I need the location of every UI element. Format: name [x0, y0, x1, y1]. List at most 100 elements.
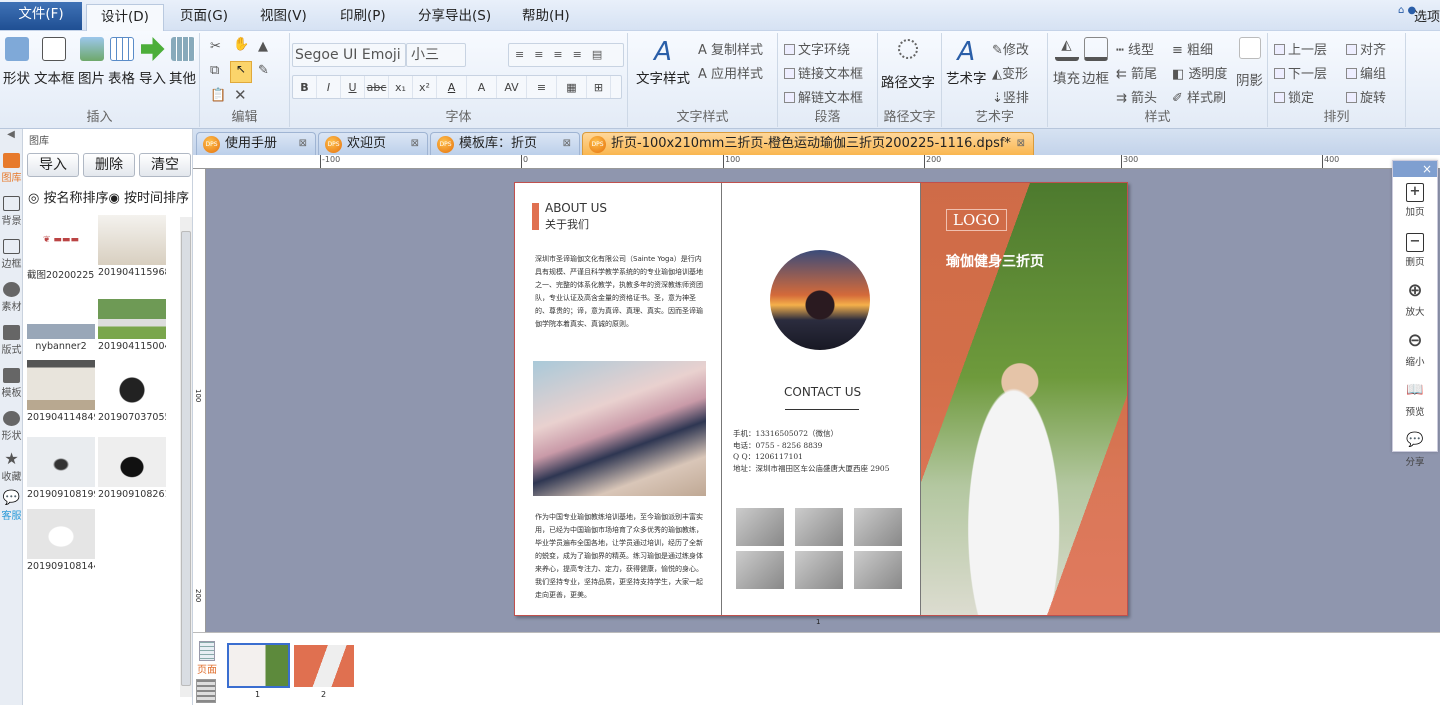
line-weight-button[interactable]: ≡ 粗细 [1172, 39, 1213, 58]
text-style-button[interactable]: A 文字样式 [636, 37, 690, 87]
sidebar-item-layout[interactable]: 版式 [0, 325, 23, 364]
align-button[interactable]: 对齐 [1346, 39, 1386, 58]
preview-button[interactable]: 📖 预览 [1393, 383, 1437, 427]
menu-file[interactable]: 文件(F) [0, 2, 82, 30]
arrow-head-button[interactable]: ⇉ 箭头 [1116, 87, 1157, 106]
close-icon[interactable]: ⊠ [411, 133, 419, 154]
close-panel-button[interactable]: × [1393, 161, 1437, 177]
other-button[interactable]: 其他 [169, 37, 196, 87]
sidebar-item-shape[interactable]: 形状 [0, 411, 23, 450]
sidebar-item-gallery[interactable]: 图库 [0, 153, 23, 192]
close-icon[interactable]: ⊠ [1017, 133, 1025, 154]
fill-button[interactable]: ◭ 填充 [1053, 37, 1080, 87]
copy-icon[interactable]: ⧉ [210, 63, 219, 78]
italic-button[interactable]: I [317, 76, 341, 98]
menu-help[interactable]: 帮助(H) [508, 4, 584, 31]
gallery-thumb[interactable]: 201904114849768 [27, 360, 95, 423]
sidebar-item-background[interactable]: 背景 [0, 196, 23, 235]
shadow-button[interactable]: 阴影 [1236, 37, 1263, 89]
copy-style-button[interactable]: A 复制样式 [698, 39, 763, 58]
cut-icon[interactable]: ✂ [210, 39, 221, 54]
send-backward-button[interactable]: 下一层 [1274, 63, 1327, 82]
border-button[interactable]: 边框 [1082, 37, 1109, 87]
sort-by-time-radio[interactable]: ◉ 按时间排序 [109, 191, 190, 206]
sidebar-item-border[interactable]: 边框 [0, 239, 23, 278]
yoga-pose-photo[interactable] [795, 508, 843, 546]
font-size-select[interactable]: 小三 [406, 43, 466, 67]
meditation-photo[interactable] [533, 361, 706, 496]
opacity-button[interactable]: ◧ 透明度 [1172, 63, 1227, 82]
menu-share-export[interactable]: 分享导出(S) [404, 4, 505, 31]
vertical-button[interactable]: ⇣竖排 [992, 87, 1029, 106]
eraser-icon[interactable]: ✎ [258, 63, 269, 78]
sidebar-item-support[interactable]: 💬 客服 [0, 489, 23, 528]
text-wrap-button[interactable]: 文字环绕 [784, 39, 850, 58]
line-spacing-button[interactable]: ≡ [527, 76, 557, 98]
cover-title[interactable]: 瑜伽健身三折页 [946, 251, 1044, 271]
group-button[interactable]: 编组 [1346, 63, 1386, 82]
path-text-button[interactable]: 路径文字 [881, 37, 935, 91]
brochure-page[interactable]: ABOUT US 关于我们 深圳市圣谛瑜伽文化有限公司（Sainte Yoga）… [514, 182, 1128, 616]
collapse-panel-icon[interactable]: ◀ [0, 129, 22, 149]
tab-manual[interactable]: DPS 使用手册 ⊠ [196, 132, 316, 155]
menu-view[interactable]: 视图(V) [246, 4, 321, 31]
char-spacing-button[interactable]: AV [497, 76, 527, 98]
textbox-fit-button[interactable]: ⊞ [587, 76, 611, 98]
arrow-tail-button[interactable]: ⇇ 箭尾 [1116, 63, 1157, 82]
sort-by-name-radio[interactable]: ◎ 按名称排序 [28, 191, 109, 206]
about-paragraph[interactable]: 深圳市圣谛瑜伽文化有限公司（Sainte Yoga）是行内具有规模、严谨且科学教… [535, 253, 705, 331]
select-pointer-button[interactable]: ↖ [230, 61, 252, 83]
delete-button[interactable]: 删除 [83, 153, 135, 177]
line-type-button[interactable]: ┅ 线型 [1116, 39, 1154, 58]
sidebar-item-template[interactable]: 模板 [0, 368, 23, 407]
sunset-yoga-circle-photo[interactable] [770, 250, 870, 350]
sidebar-item-material[interactable]: 素材 [0, 282, 23, 321]
columns-button[interactable]: ▦ [557, 76, 587, 98]
layers-tab-icon[interactable] [196, 679, 216, 703]
delete-icon[interactable]: ✕ [234, 86, 247, 104]
pages-tab[interactable]: 页面 [196, 641, 218, 676]
font-name-select[interactable]: Segoe UI Emoji [292, 43, 406, 67]
underline-button[interactable]: U [341, 76, 365, 98]
image-button[interactable]: 图片 [78, 37, 105, 87]
yoga-pose-photo[interactable] [795, 551, 843, 589]
import-button[interactable]: 导入 [27, 153, 79, 177]
shape-button[interactable]: 形状 [3, 37, 30, 87]
table-button[interactable]: 表格 [108, 37, 135, 87]
rotate-button[interactable]: 旋转 [1346, 87, 1386, 106]
modify-button[interactable]: ✎修改 [992, 39, 1029, 58]
transform-button[interactable]: ◭变形 [992, 63, 1028, 82]
subscript-button[interactable]: x₁ [389, 76, 413, 98]
gallery-thumb[interactable]: ❦ ▬▬▬ 截图202002251015 [27, 215, 95, 281]
scrollbar-thumb[interactable] [181, 231, 191, 686]
paste-icon[interactable]: 📋 [210, 88, 226, 103]
share-button[interactable]: 💬 分享 [1393, 433, 1437, 477]
tab-template-library[interactable]: DPS 模板库：折页 ⊠ [430, 132, 580, 155]
strike-button[interactable]: abc [365, 76, 389, 98]
link-textbox-button[interactable]: 链接文本框 [784, 63, 863, 82]
menu-print[interactable]: 印刷(P) [326, 4, 400, 31]
bring-forward-button[interactable]: 上一层 [1274, 39, 1327, 58]
import-button[interactable]: 导入 [139, 37, 166, 87]
unlink-textbox-button[interactable]: 解链文本框 [784, 87, 863, 106]
close-icon[interactable]: ⊠ [563, 133, 571, 154]
menu-page[interactable]: 页面(G) [166, 4, 242, 31]
panel-scrollbar[interactable] [180, 217, 192, 697]
yoga-pose-photo[interactable] [854, 508, 902, 546]
apply-style-button[interactable]: A 应用样式 [698, 63, 763, 82]
close-icon[interactable]: ⊠ [299, 133, 307, 154]
superscript-button[interactable]: x² [413, 76, 437, 98]
gallery-thumb[interactable]: 201909108261406 [98, 437, 166, 500]
page-thumbnail-1[interactable] [227, 643, 290, 688]
page-thumbnail-2[interactable] [294, 645, 354, 687]
gallery-thumb[interactable]: nybanner2 [27, 289, 95, 352]
yoga-pose-photo[interactable] [854, 551, 902, 589]
style-brush-button[interactable]: ✐ 样式刷 [1172, 87, 1226, 106]
bottom-paragraph[interactable]: 作为中国专业瑜伽教练培训基地，至今瑜伽派别丰富实用，已经为中国瑜伽市场培育了众多… [535, 511, 705, 602]
font-color-button[interactable]: A [437, 76, 467, 98]
yoga-pose-photo[interactable] [736, 551, 784, 589]
yoga-pose-photo[interactable] [736, 508, 784, 546]
format-icon[interactable]: ▲ [258, 39, 268, 54]
gallery-thumb[interactable]: 201907037055284 [98, 360, 166, 423]
delete-page-button[interactable]: − 删页 [1393, 233, 1437, 277]
